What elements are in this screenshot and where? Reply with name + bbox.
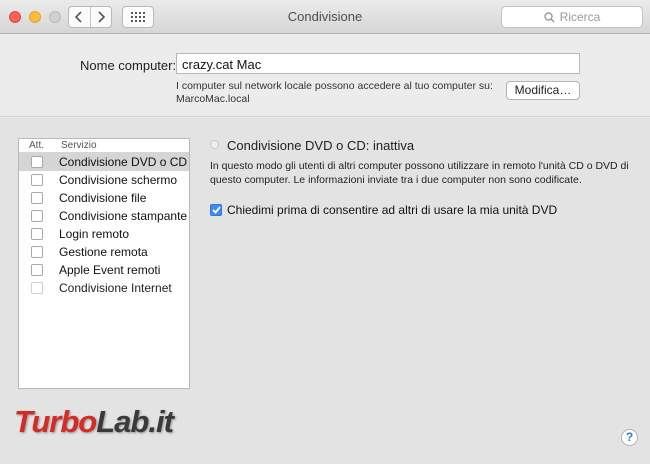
services-section: Att. Servizio Condivisione DVD o CD Cond… (0, 118, 650, 464)
chevron-left-icon (75, 11, 82, 23)
service-label: Condivisione schermo (59, 173, 178, 187)
search-field[interactable]: Ricerca (501, 6, 643, 28)
search-icon (543, 11, 555, 23)
service-status-title: Condivisione DVD o CD: inattiva (227, 138, 415, 153)
service-checkbox[interactable] (31, 246, 43, 258)
title-bar: Condivisione Ricerca (0, 0, 650, 34)
service-row-remote-management[interactable]: Gestione remota (19, 243, 189, 261)
column-header-service: Servizio (61, 140, 97, 151)
column-header-on: Att. (29, 140, 45, 151)
service-label: Apple Event remoti (59, 263, 161, 277)
service-checkbox[interactable] (31, 156, 43, 168)
service-description: In questo modo gli utenti di altri compu… (210, 160, 629, 186)
service-checkbox[interactable] (31, 210, 43, 222)
service-row-dvd-sharing[interactable]: Condivisione DVD o CD (19, 153, 189, 171)
search-placeholder: Ricerca (559, 10, 601, 24)
ask-before-sharing-option[interactable]: Chiedimi prima di consentire ad altri di… (210, 203, 557, 217)
ask-before-sharing-label: Chiedimi prima di consentire ad altri di… (227, 203, 558, 217)
network-address-info: I computer sul network locale possono ac… (176, 80, 493, 106)
show-all-button[interactable] (122, 6, 154, 28)
service-checkbox[interactable] (31, 228, 43, 240)
service-label: Gestione remota (59, 245, 148, 259)
back-button[interactable] (69, 7, 90, 27)
service-row-file-sharing[interactable]: Condivisione file (19, 189, 189, 207)
local-hostname: MarcoMac.local (176, 93, 250, 105)
service-checkbox[interactable] (31, 192, 43, 204)
status-indicator-icon (210, 140, 219, 149)
fullscreen-window-button[interactable] (49, 11, 61, 23)
service-label: Condivisione DVD o CD (59, 155, 188, 169)
navigation-buttons (68, 6, 112, 28)
service-row-internet-sharing[interactable]: Condivisione Internet (19, 279, 189, 297)
close-window-button[interactable] (9, 11, 21, 23)
service-row-remote-login[interactable]: Login remoto (19, 225, 189, 243)
ask-before-sharing-checkbox[interactable] (210, 204, 222, 216)
computer-name-input[interactable]: crazy.cat Mac (176, 53, 580, 74)
forward-button[interactable] (89, 7, 112, 27)
service-checkbox[interactable] (31, 264, 43, 276)
checkmark-icon (211, 206, 221, 214)
computer-name-label: Nome computer: (80, 58, 177, 73)
services-list-header: Att. Servizio (19, 139, 189, 153)
service-label: Condivisione stampante (59, 209, 188, 223)
grid-icon (131, 12, 145, 22)
service-row-remote-apple-events[interactable]: Apple Event remoti (19, 261, 189, 279)
chevron-right-icon (98, 11, 105, 23)
service-label: Condivisione Internet (59, 281, 172, 295)
computer-name-section: Nome computer: crazy.cat Mac I computer … (0, 35, 650, 117)
minimize-window-button[interactable] (29, 11, 41, 23)
service-label: Login remoto (59, 227, 130, 241)
service-row-screen-sharing[interactable]: Condivisione schermo (19, 171, 189, 189)
services-list: Att. Servizio Condivisione DVD o CD Cond… (18, 138, 190, 389)
help-button[interactable]: ? (621, 429, 638, 446)
network-info-text: I computer sul network locale possono ac… (176, 80, 493, 92)
service-checkbox[interactable] (31, 174, 43, 186)
service-label: Condivisione file (59, 191, 147, 205)
service-row-printer-sharing[interactable]: Condivisione stampante (19, 207, 189, 225)
edit-name-button[interactable]: Modifica… (506, 81, 580, 100)
service-checkbox[interactable] (31, 282, 43, 294)
